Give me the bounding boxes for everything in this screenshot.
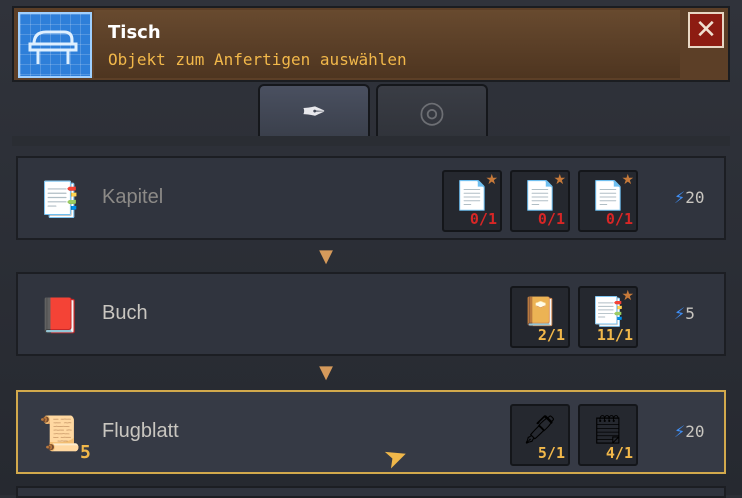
energy-icon: ⚡ <box>674 304 686 323</box>
ingredient-slot[interactable]: 🖋 5/1 <box>510 404 570 466</box>
energy-cost: ⚡20 <box>674 422 705 441</box>
energy-cost: ⚡20 <box>674 188 705 207</box>
owned-quantity: 5 <box>80 442 91 463</box>
ingredient-slot[interactable]: 📄 ★ 0/1 <box>578 170 638 232</box>
ingredient-slot[interactable]: 📄 ★ 0/1 <box>442 170 502 232</box>
ingredient-count: 2/1 <box>537 326 565 344</box>
close-icon: ✕ <box>695 15 717 45</box>
ingredient-slot[interactable]: 📄 ★ 0/1 <box>510 170 570 232</box>
quill-paper-icon: ✒ <box>301 94 327 130</box>
recipe-name: Flugblatt <box>102 420 179 442</box>
scroll-icon: 📜 <box>38 414 82 454</box>
star-icon: ★ <box>621 288 634 304</box>
recipe-name: Buch <box>102 302 148 324</box>
close-button[interactable]: ✕ <box>688 12 724 48</box>
recipe-row-partial[interactable] <box>16 486 726 498</box>
ingredient-count: 4/1 <box>605 444 633 462</box>
book-icon: 📕 <box>38 296 82 336</box>
ingredient-count: 0/1 <box>605 210 633 228</box>
tab-writing[interactable]: ✒ <box>258 84 370 138</box>
ingredient-slot[interactable]: 🗒 4/1 <box>578 404 638 466</box>
ingredient-count: 5/1 <box>537 444 565 462</box>
star-icon: ★ <box>621 172 634 188</box>
energy-value: 20 <box>685 188 705 207</box>
recipe-row-kapitel[interactable]: 📑 Kapitel 📄 ★ 0/1 📄 ★ 0/1 📄 ★ 0/1 ⚡20 <box>16 156 726 240</box>
energy-icon: ⚡ <box>674 422 686 441</box>
energy-value: 20 <box>685 422 705 441</box>
window-header: Tisch Objekt zum Anfertigen auswählen ✕ <box>12 6 730 82</box>
leather-binding-icon: 📔 <box>522 294 558 328</box>
ingredient-slot[interactable]: 📔 2/1 <box>510 286 570 348</box>
spiral-shell-icon: ◎ <box>418 94 446 130</box>
stacked-pages-icon: 📑 <box>38 180 82 220</box>
recipe-row-flugblatt[interactable]: 📜 5 Flugblatt 🖋 5/1 🗒 4/1 ⚡20 <box>16 390 726 474</box>
tab-bar-divider <box>12 136 730 146</box>
blank-paper-icon: 🗒 <box>590 412 626 446</box>
blueprint-table-icon <box>18 12 92 78</box>
star-icon: ★ <box>553 172 566 188</box>
recipe-name: Kapitel <box>102 186 164 208</box>
window-title: Tisch <box>108 22 161 43</box>
energy-icon: ⚡ <box>674 188 686 207</box>
ingredient-slot[interactable]: 📑 ★ 11/1 <box>578 286 638 348</box>
recipe-row-buch[interactable]: 📕 Buch 📔 2/1 📑 ★ 11/1 ⚡5 <box>16 272 726 356</box>
chevron-down-icon: ▼ <box>319 246 333 267</box>
window-subtitle: Objekt zum Anfertigen auswählen <box>108 50 407 69</box>
energy-value: 5 <box>685 304 695 323</box>
ink-bottle-icon: 🖋 <box>522 412 558 446</box>
star-icon: ★ <box>485 172 498 188</box>
energy-cost: ⚡5 <box>674 304 695 323</box>
ingredient-count: 0/1 <box>469 210 497 228</box>
tab-spiral[interactable]: ◎ <box>376 84 488 138</box>
chevron-down-icon: ▼ <box>319 362 333 383</box>
ingredient-count: 11/1 <box>596 326 633 344</box>
ingredient-count: 0/1 <box>537 210 565 228</box>
